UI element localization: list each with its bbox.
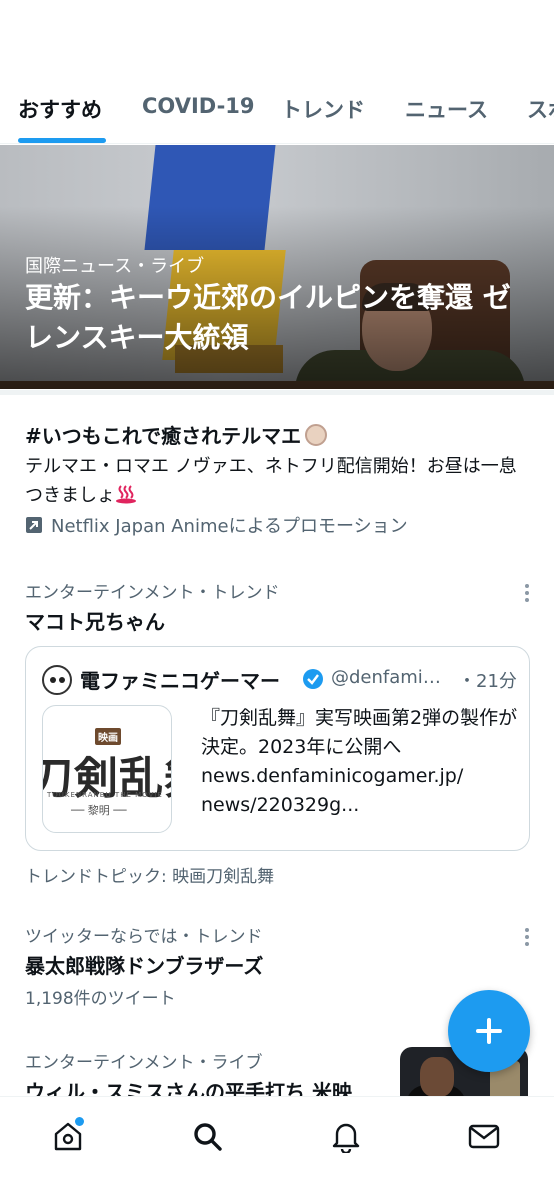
trend-category: ツイッターならでは・トレンド [25, 927, 263, 947]
tweet-thumbnail: 映画 刀剣乱舞 TOUKENRANBU THE MOVIE ── 黎明 ── [42, 705, 172, 833]
hero-title[interactable]: 更新：キーウ近郊のイルピンを奪還 ゼレンスキー大統領 [25, 278, 535, 358]
trend-topic[interactable]: トレンドトピック: 映画刀剣乱舞 [25, 862, 274, 887]
search-icon[interactable] [190, 1119, 224, 1153]
more-options-icon[interactable] [524, 583, 530, 603]
hero-category: 国際ニュース・ライブ [25, 256, 205, 277]
trend-tweet-count: 1,198件のツイート [25, 989, 176, 1009]
tweet-handle: @denfaminicogamer [331, 667, 449, 688]
explore-tabs: おすすめ COVID-19 トレンド ニュース スポ [0, 80, 554, 144]
bell-icon[interactable] [329, 1119, 363, 1153]
tab-covid-19[interactable]: COVID-19 [142, 94, 255, 118]
active-tab-indicator [18, 138, 106, 143]
compose-tweet-button[interactable] [448, 990, 530, 1072]
tab-news[interactable]: ニュース [405, 94, 488, 124]
mail-icon[interactable] [467, 1119, 501, 1153]
bottom-navigation [0, 1096, 554, 1200]
tweet-author-name: 電ファミニコゲーマー [80, 669, 280, 693]
avatar [42, 665, 72, 695]
trend-name[interactable]: 暴太郎戦隊ドンブラザーズ [25, 950, 263, 979]
emoji-icon [305, 424, 328, 446]
notification-dot [75, 1117, 84, 1126]
promoted-icon [26, 517, 42, 533]
tab-sports[interactable]: スポ [527, 94, 554, 124]
promoted-trend-title[interactable]: #いつもこれで癒されテルマエ [25, 420, 328, 449]
tab-trending[interactable]: トレンド [281, 94, 365, 124]
trend-name[interactable]: マコト兄ちゃん [25, 606, 165, 635]
embedded-tweet-card[interactable]: 電ファミニコゲーマー @denfaminicogamer ・21分 映画 刀剣乱… [25, 646, 530, 851]
more-options-icon[interactable] [524, 927, 530, 947]
promoted-by-line[interactable]: Netflix Japan Animeによるプロモーション [25, 512, 408, 538]
trend-category: エンターテインメント・ライブ [25, 1053, 263, 1073]
tweet-time: ・21分 [458, 671, 517, 692]
trend-category: エンターテインメント・トレンド [25, 583, 280, 603]
tweet-text: 『刀剣乱舞』実写映画第2弾の製作が決定。2023年に公開へ news.denfa… [201, 707, 518, 816]
promoted-trend-description: テルマエ・ロマエ ノヴァエ、ネトフリ配信開始！お昼は一息つきましょ [25, 456, 517, 506]
hot-spring-icon [116, 485, 136, 504]
tab-for-you[interactable]: おすすめ [18, 94, 102, 124]
verified-badge-icon [303, 669, 323, 689]
divider [0, 390, 554, 395]
